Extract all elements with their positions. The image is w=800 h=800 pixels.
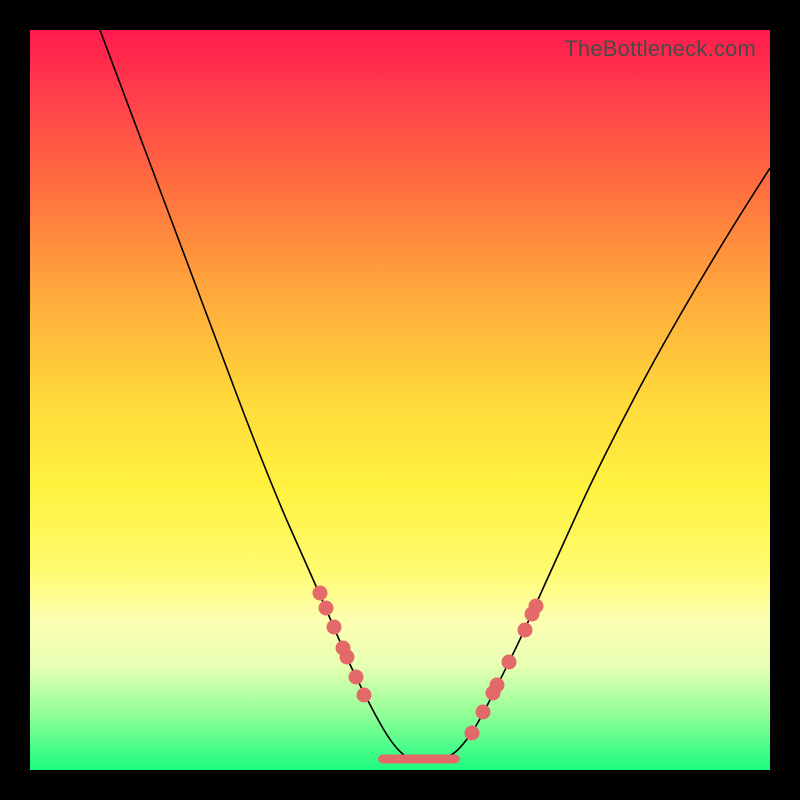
marker-dot xyxy=(327,620,342,635)
marker-dot xyxy=(465,726,480,741)
marker-dot xyxy=(490,678,505,693)
marker-dot xyxy=(313,586,328,601)
marker-dot xyxy=(529,599,544,614)
chart-svg xyxy=(30,30,770,770)
right-marker-dots xyxy=(465,599,544,741)
marker-dot xyxy=(349,670,364,685)
marker-dot xyxy=(518,623,533,638)
plot-area: TheBottleneck.com xyxy=(30,30,770,770)
chart-frame: TheBottleneck.com xyxy=(0,0,800,800)
marker-dot xyxy=(357,688,372,703)
marker-dot xyxy=(476,705,491,720)
marker-dot xyxy=(319,601,334,616)
bottom-band xyxy=(378,755,460,764)
left-marker-dots xyxy=(313,586,372,703)
watermark-text: TheBottleneck.com xyxy=(564,36,756,62)
bottleneck-curve xyxy=(100,30,770,759)
marker-dot xyxy=(502,655,517,670)
marker-dot xyxy=(340,650,355,665)
